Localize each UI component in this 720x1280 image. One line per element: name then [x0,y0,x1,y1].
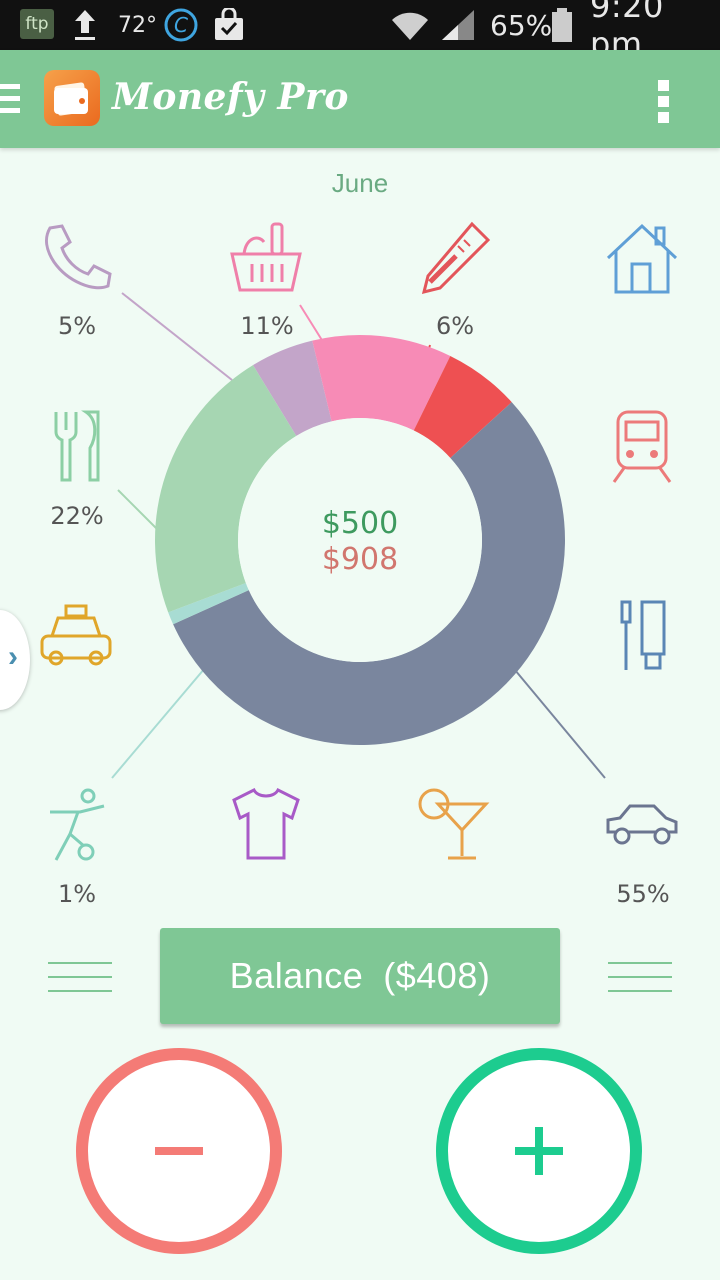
minus-icon [155,1147,203,1155]
add-expense-button[interactable] [76,1048,282,1254]
left-lines-decoration [48,962,112,996]
cocktail-icon[interactable] [416,786,492,862]
groceries-percent: 11% [240,312,294,340]
thermometer-icon[interactable] [416,220,492,296]
tshirt-icon[interactable] [228,786,304,862]
house-icon[interactable] [604,220,680,296]
balance-label: Balance [229,955,364,996]
balance-button[interactable]: Balance ($408) [160,928,560,1024]
soccer-player-icon[interactable] [40,788,116,864]
toothbrush-icon[interactable] [604,598,680,674]
car-icon[interactable] [604,790,680,866]
right-lines-decoration [608,962,672,996]
train-icon[interactable] [604,408,680,484]
taxi-icon[interactable] [38,602,114,678]
chevron-right-icon[interactable]: › [8,640,18,674]
expense-total: $908 [321,542,399,577]
phone-icon[interactable] [38,222,114,298]
add-income-button[interactable] [436,1048,642,1254]
balance-value: ($408) [383,955,491,996]
grocery-basket-icon[interactable] [228,220,304,296]
car-percent: 55% [616,880,670,908]
health-percent: 6% [435,312,475,340]
eating-out-percent: 22% [50,502,104,530]
phone-percent: 5% [57,312,97,340]
plus-icon [515,1127,563,1175]
sports-percent: 1% [57,880,97,908]
fork-knife-icon[interactable] [38,408,114,484]
